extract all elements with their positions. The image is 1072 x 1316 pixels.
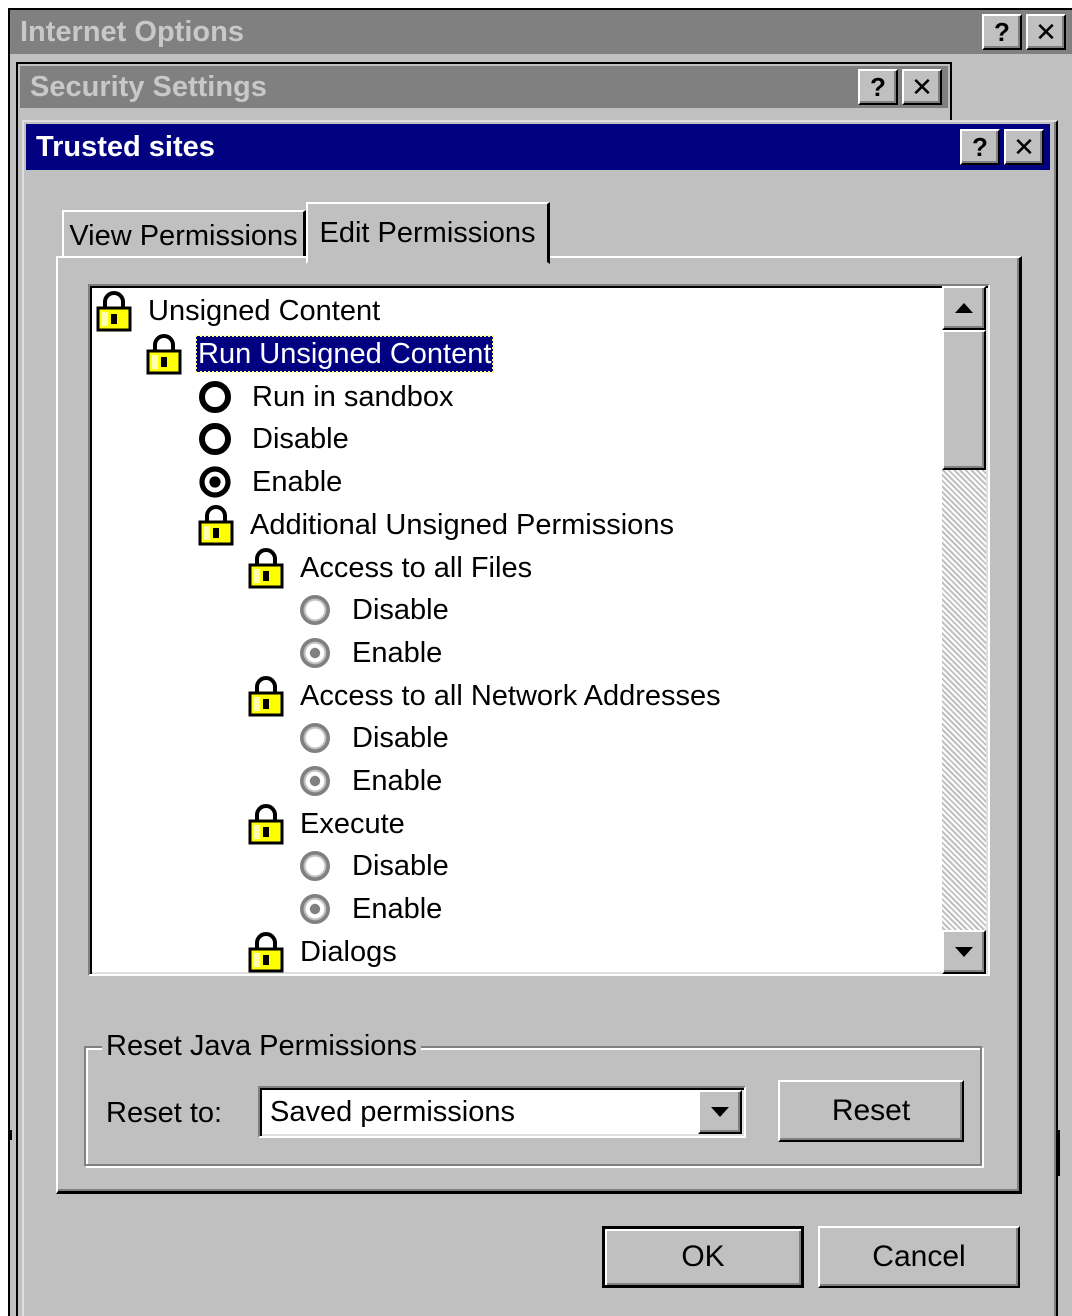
tree-label: Execute	[300, 808, 405, 840]
radio-unchecked-disabled-icon	[298, 721, 332, 755]
radio-checked-disabled-icon	[298, 892, 332, 926]
tab-view-permissions-label: View Permissions	[69, 219, 298, 252]
security-settings-title: Security Settings	[30, 70, 267, 103]
scroll-up-arrow-icon	[955, 303, 973, 313]
internet-options-titlebar: Internet Options ? ✕	[10, 10, 1072, 54]
internet-options-close-button[interactable]: ✕	[1026, 14, 1066, 50]
scroll-down-arrow-icon	[955, 947, 973, 957]
radio-unchecked-disabled-icon	[298, 593, 332, 627]
radio-label: Enable	[252, 466, 343, 498]
radio-checked-disabled-icon	[298, 636, 332, 670]
ok-button-label: OK	[681, 1240, 725, 1273]
ok-button[interactable]: OK	[602, 1226, 804, 1288]
tree-label: Access to all Network Addresses	[300, 680, 721, 712]
lock-icon	[248, 675, 284, 717]
lock-icon	[198, 504, 234, 546]
radio-label: Enable	[352, 893, 443, 925]
reset-to-label: Reset to:	[106, 1097, 223, 1129]
radio-label: Run in sandbox	[252, 381, 454, 413]
tree-item-access-network[interactable]: Access to all Network Addresses	[248, 675, 723, 717]
scroll-thumb[interactable]	[942, 330, 986, 470]
scroll-up-button[interactable]	[942, 286, 986, 330]
lock-icon	[248, 931, 284, 973]
tree-label: Unsigned Content	[148, 295, 381, 327]
radio-checked-icon	[198, 465, 232, 499]
internet-options-title: Internet Options	[20, 15, 244, 48]
tree-item-access-files[interactable]: Access to all Files	[248, 547, 534, 589]
radio-run-in-sandbox[interactable]: Run in sandbox	[198, 376, 456, 418]
reset-group-title: Reset Java Permissions	[102, 1028, 422, 1064]
tree-item-dialogs[interactable]: Dialogs	[248, 931, 399, 973]
trusted-sites-close-button[interactable]: ✕	[1004, 129, 1044, 165]
internet-options-help-button[interactable]: ?	[982, 14, 1022, 50]
permissions-tree[interactable]: Unsigned Content Run Unsigned Content Ru…	[88, 284, 990, 976]
security-settings-help-button[interactable]: ?	[858, 69, 898, 105]
radio-run-enable[interactable]: Enable	[198, 461, 344, 503]
tab-view-permissions[interactable]: View Permissions	[62, 210, 306, 260]
radio-label: Enable	[352, 637, 443, 669]
radio-execute-enable: Enable	[298, 888, 444, 930]
reset-to-selected-value: Saved permissions	[262, 1090, 694, 1134]
tab-edit-permissions-label: Edit Permissions	[319, 216, 536, 249]
radio-network-enable: Enable	[298, 760, 444, 802]
tree-item-execute[interactable]: Execute	[248, 803, 407, 845]
scroll-down-button[interactable]	[942, 930, 986, 974]
radio-label: Enable	[352, 765, 443, 797]
tree-item-unsigned-content[interactable]: Unsigned Content	[96, 290, 382, 332]
lock-icon	[96, 290, 132, 332]
internet-options-edge-left	[8, 1130, 12, 1140]
reset-button-label: Reset	[831, 1094, 911, 1127]
radio-execute-disable: Disable	[298, 845, 451, 887]
chevron-down-icon	[711, 1107, 729, 1117]
dropdown-button[interactable]	[698, 1090, 742, 1134]
radio-unchecked-icon	[198, 380, 232, 414]
lock-icon	[248, 803, 284, 845]
radio-label: Disable	[352, 850, 449, 882]
radio-files-enable: Enable	[298, 632, 444, 674]
radio-unchecked-disabled-icon	[298, 849, 332, 883]
security-settings-titlebar: Security Settings ? ✕	[20, 66, 948, 108]
trusted-sites-help-button[interactable]: ?	[960, 129, 1000, 165]
radio-run-disable[interactable]: Disable	[198, 418, 351, 460]
security-settings-close-button[interactable]: ✕	[902, 69, 942, 105]
reset-button[interactable]: Reset	[778, 1080, 964, 1142]
reset-to-combobox[interactable]: Saved permissions	[258, 1086, 746, 1138]
tree-label: Additional Unsigned Permissions	[250, 509, 674, 541]
radio-files-disable: Disable	[298, 589, 451, 631]
vertical-scrollbar[interactable]	[942, 286, 986, 974]
trusted-sites-titlebar: Trusted sites ? ✕	[26, 124, 1050, 170]
radio-label: Disable	[352, 594, 449, 626]
lock-icon	[248, 547, 284, 589]
tree-label: Dialogs	[300, 936, 397, 968]
tree-label: Access to all Files	[300, 552, 533, 584]
radio-label: Disable	[252, 423, 349, 455]
trusted-sites-title: Trusted sites	[36, 130, 215, 163]
cancel-button[interactable]: Cancel	[818, 1226, 1020, 1288]
tab-edit-permissions[interactable]: Edit Permissions	[306, 202, 550, 264]
radio-checked-disabled-icon	[298, 764, 332, 798]
radio-unchecked-icon	[198, 422, 232, 456]
tree-item-run-unsigned-content[interactable]: Run Unsigned Content	[146, 333, 495, 375]
cancel-button-label: Cancel	[872, 1240, 966, 1273]
lock-icon	[146, 333, 182, 375]
tree-label-selected: Run Unsigned Content	[194, 335, 495, 373]
tree-item-additional-unsigned[interactable]: Additional Unsigned Permissions	[198, 504, 676, 546]
radio-label: Disable	[352, 722, 449, 754]
radio-network-disable: Disable	[298, 717, 451, 759]
